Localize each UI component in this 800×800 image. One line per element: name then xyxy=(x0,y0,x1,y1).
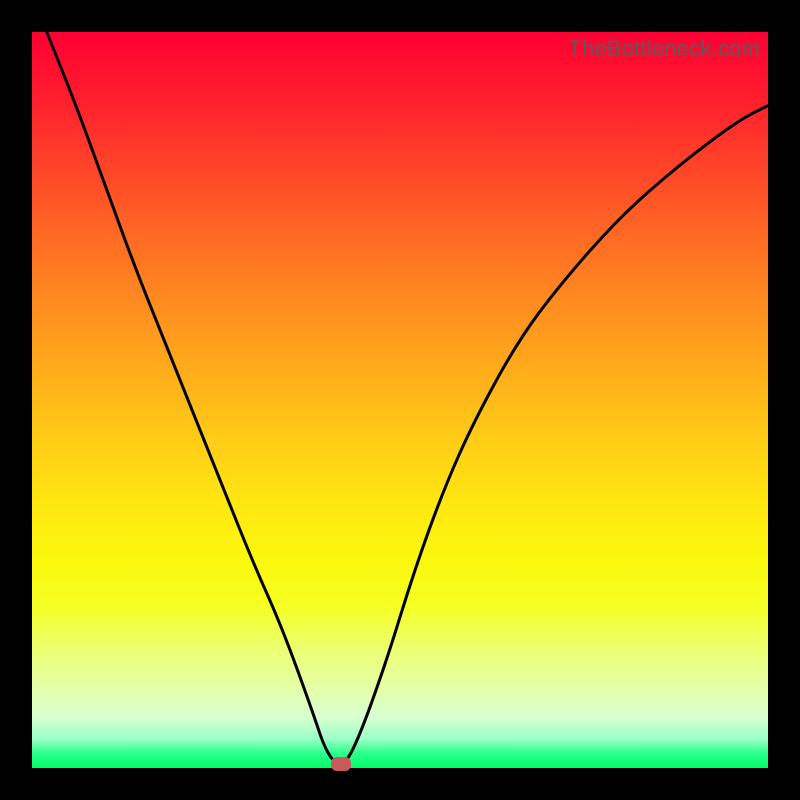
bottleneck-curve xyxy=(32,32,768,768)
optimal-point-marker xyxy=(331,757,351,771)
chart-frame: TheBottleneck.com xyxy=(0,0,800,800)
plot-area: TheBottleneck.com xyxy=(32,32,768,768)
